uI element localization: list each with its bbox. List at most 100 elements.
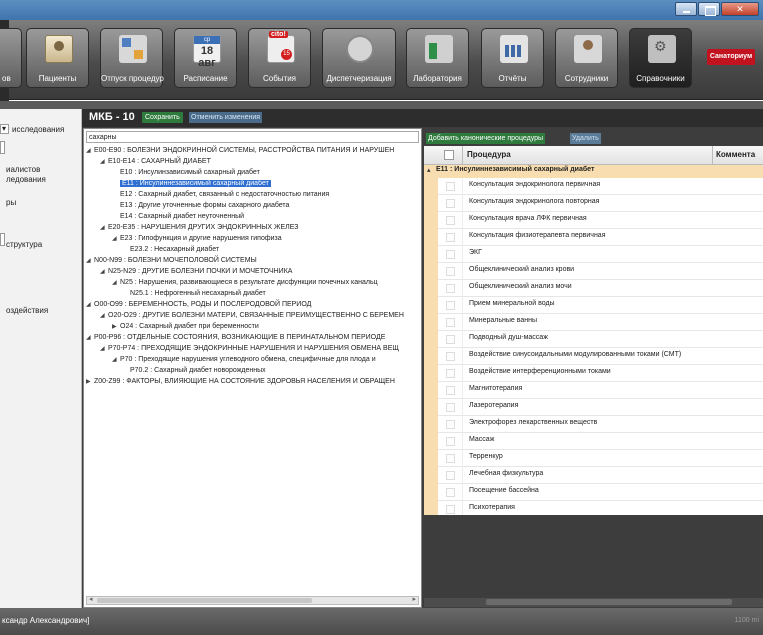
procedure-checkbox[interactable] — [446, 267, 455, 276]
toolbar-button-laboratory[interactable]: Лаборатория — [406, 28, 469, 88]
close-button[interactable]: ✕ — [721, 2, 759, 16]
procedure-checkbox[interactable] — [446, 233, 455, 242]
procedure-row[interactable]: Общеклинический анализ крови — [438, 263, 763, 280]
toolbar-button-events[interactable]: cito! 15 События — [248, 28, 311, 88]
procedure-checkbox[interactable] — [446, 403, 455, 412]
tree-node[interactable]: P70.2 : Сахарный диабет новорожденных — [130, 365, 266, 376]
tree-node[interactable]: N25.1 : Нефрогенный несахарный диабет — [130, 288, 266, 299]
group-row[interactable]: ▴ E11 : Инсулиннезависимый сахарный диаб… — [424, 165, 763, 178]
procedure-checkbox[interactable] — [446, 318, 455, 327]
procedure-checkbox[interactable] — [446, 386, 455, 395]
minimize-button[interactable] — [675, 2, 697, 16]
procedure-checkbox[interactable] — [446, 437, 455, 446]
expanded-icon[interactable]: ◢ — [112, 278, 120, 289]
procedure-checkbox[interactable] — [446, 471, 455, 480]
add-canonical-procedures-button[interactable]: Добавить канонические процедуры — [426, 133, 546, 144]
procedure-checkbox[interactable] — [446, 335, 455, 344]
expanded-icon[interactable]: ◢ — [112, 355, 120, 366]
column-header-procedure[interactable]: Процедура — [467, 150, 511, 159]
tree-node[interactable]: ◢ O00-O99 : БЕРЕМЕННОСТЬ, РОДЫ И ПОСЛЕРОД… — [86, 299, 311, 310]
tree-node[interactable]: ◢ E00-E90 : БОЛЕЗНИ ЭНДОКРИННОЙ СИСТЕМЫ, … — [86, 145, 394, 156]
collapsed-icon[interactable]: ▶ — [86, 377, 94, 388]
scroll-right-icon[interactable]: ▸ — [412, 595, 416, 603]
tree-node[interactable]: ◢ E10-E14 : САХАРНЫЙ ДИАБЕТ — [100, 156, 211, 167]
procedure-checkbox[interactable] — [446, 505, 455, 514]
group-collapse-icon[interactable]: ▴ — [427, 166, 431, 174]
procedure-row[interactable]: Психотерапия — [438, 501, 763, 515]
tree-node-selected[interactable]: E11 : Инсулиннезависимый сахарный диабет — [120, 178, 271, 189]
procedure-checkbox[interactable] — [446, 301, 455, 310]
expanded-icon[interactable]: ◢ — [100, 344, 108, 355]
toolbar-button-dispatch[interactable]: Диспетчеризация — [322, 28, 396, 88]
expanded-icon[interactable]: ◢ — [100, 311, 108, 322]
tree-node[interactable]: ◢ E20-E35 : НАРУШЕНИЯ ДРУГИХ ЭНДОКРИННЫХ … — [100, 222, 299, 233]
sanatorium-badge[interactable]: Санаториум — [707, 49, 755, 65]
expanded-icon[interactable]: ◢ — [100, 267, 108, 278]
procedure-checkbox[interactable] — [446, 488, 455, 497]
tree-node[interactable]: E12 : Сахарный диабет, связанный с недос… — [120, 189, 329, 200]
left-item-examinations[interactable]: ледования — [6, 175, 46, 184]
expanded-icon[interactable]: ◢ — [100, 157, 108, 168]
select-all-checkbox[interactable] — [444, 150, 454, 160]
toolbar-button-partial[interactable]: ов — [0, 28, 22, 88]
procedure-row[interactable]: Электрофорез лекарственных веществ — [438, 416, 763, 433]
tree-node[interactable]: ▶ O24 : Сахарный диабет при беременности — [112, 321, 259, 332]
procedure-row[interactable]: ЭКГ — [438, 246, 763, 263]
left-item-impacts[interactable]: оздействия — [6, 306, 48, 315]
tree-node[interactable]: ◢ P00-P96 : ОТДЕЛЬНЫЕ СОСТОЯНИЯ, ВОЗНИКАЮ… — [86, 332, 385, 343]
scrollbar-thumb[interactable] — [97, 598, 312, 603]
delete-button[interactable]: Удалить — [570, 133, 601, 144]
maximize-button[interactable] — [698, 2, 720, 16]
left-item-structure[interactable]: структура — [6, 240, 42, 249]
procedure-checkbox[interactable] — [446, 250, 455, 259]
procedure-row[interactable]: Консультация физиотерапевта первичная — [438, 229, 763, 246]
toolbar-button-reports[interactable]: Отчёты — [481, 28, 544, 88]
procedure-checkbox[interactable] — [446, 369, 455, 378]
procedure-row[interactable]: Минеральные ванны — [438, 314, 763, 331]
left-item-research[interactable]: исследования — [12, 125, 64, 134]
expanded-icon[interactable]: ◢ — [100, 223, 108, 234]
tree-node[interactable]: ◢ N00-N99 : БОЛЕЗНИ МОЧЕПОЛОВОЙ СИСТЕМЫ — [86, 255, 257, 266]
left-combo-box[interactable] — [0, 124, 9, 134]
procedure-row[interactable]: Общеклинический анализ мочи — [438, 280, 763, 297]
procedure-row[interactable]: Лечебная физкультура — [438, 467, 763, 484]
procedure-checkbox[interactable] — [446, 454, 455, 463]
procedure-row[interactable]: Консультация эндокринолога повторная — [438, 195, 763, 212]
tree-node[interactable]: ◢ P70 : Преходящие нарушения углеводного … — [112, 354, 376, 365]
procedure-row[interactable]: Магнитотерапия — [438, 382, 763, 399]
procedure-row[interactable]: Посещение бассейна — [438, 484, 763, 501]
procedure-row[interactable]: Подводный душ-массаж — [438, 331, 763, 348]
procedures-horizontal-scrollbar[interactable] — [424, 598, 763, 607]
toolbar-button-reference[interactable]: Справочники — [629, 28, 692, 88]
procedure-row[interactable]: Лазеротерапия — [438, 399, 763, 416]
tree-node[interactable]: ◢ E23 : Гипофункция и другие нарушения ги… — [112, 233, 282, 244]
left-item-specialists[interactable]: иалистов — [6, 165, 40, 174]
column-header-comment[interactable]: Коммента — [716, 150, 755, 159]
left-field[interactable] — [0, 141, 5, 154]
procedure-checkbox[interactable] — [446, 284, 455, 293]
procedure-row[interactable]: Воздействие синусоидальными модулированн… — [438, 348, 763, 365]
left-item-ry[interactable]: ры — [6, 198, 16, 207]
scrollbar-thumb[interactable] — [486, 599, 732, 605]
toolbar-button-schedule[interactable]: ср 18 авг Расписание — [174, 28, 237, 88]
tree-node[interactable]: E13 : Другие уточненные формы сахарного … — [120, 200, 289, 211]
expanded-icon[interactable]: ◢ — [86, 300, 94, 311]
expanded-icon[interactable]: ◢ — [86, 146, 94, 157]
procedure-checkbox[interactable] — [446, 216, 455, 225]
left-field-2[interactable] — [0, 233, 5, 246]
tree-node[interactable]: ◢ O20-O29 : ДРУГИЕ БОЛЕЗНИ МАТЕРИ, СВЯЗАН… — [100, 310, 404, 321]
procedure-row[interactable]: Консультация эндокринолога первичная — [438, 178, 763, 195]
search-input[interactable] — [86, 131, 419, 143]
expanded-icon[interactable]: ◢ — [86, 256, 94, 267]
tree-node[interactable]: ▶ Z00-Z99 : ФАКТОРЫ, ВЛИЯЮЩИЕ НА СОСТОЯНИ… — [86, 376, 395, 387]
toolbar-button-procedures[interactable]: Отпуск процедур — [100, 28, 164, 88]
tree-horizontal-scrollbar[interactable]: ◂ ▸ — [86, 596, 419, 605]
toolbar-button-staff[interactable]: Сотрудники — [555, 28, 618, 88]
procedure-row[interactable]: Воздействие интерференционными токами — [438, 365, 763, 382]
procedure-checkbox[interactable] — [446, 182, 455, 191]
cancel-changes-button[interactable]: Отменить изменения — [189, 112, 263, 123]
tree-node[interactable]: ◢ N25 : Нарушения, развивающиеся в резуль… — [112, 277, 378, 288]
procedure-checkbox[interactable] — [446, 420, 455, 429]
expanded-icon[interactable]: ◢ — [86, 333, 94, 344]
tree-node[interactable]: ◢ P70-P74 : ПРЕХОДЯЩИЕ ЭНДОКРИННЫЕ НАРУШЕ… — [100, 343, 399, 354]
